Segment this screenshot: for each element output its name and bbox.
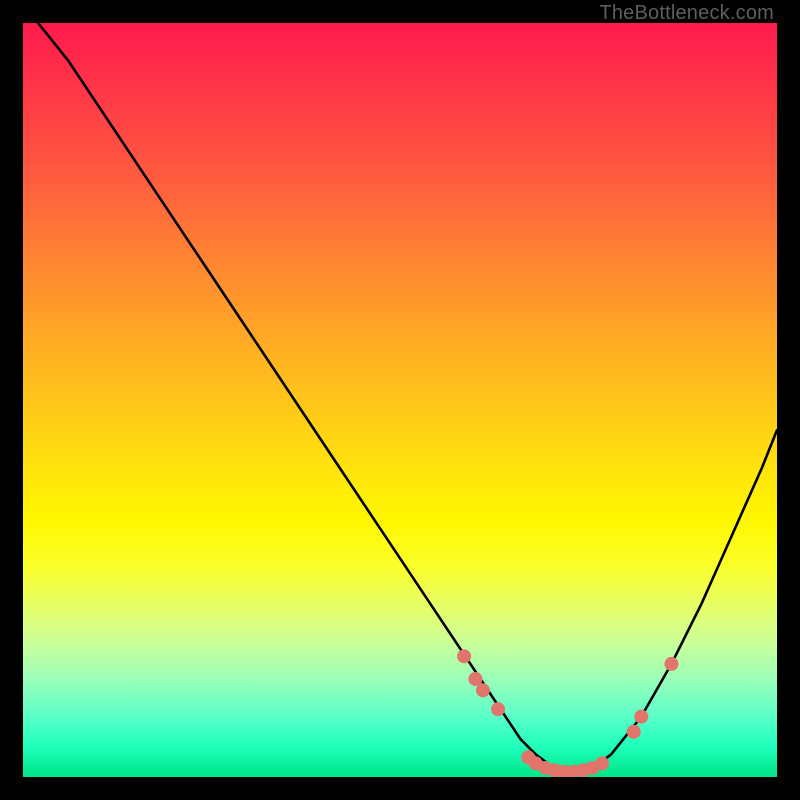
plot-area (23, 23, 777, 777)
gradient-background (23, 23, 777, 777)
chart-container: TheBottleneck.com (0, 0, 800, 800)
attribution-text: TheBottleneck.com (599, 2, 774, 25)
